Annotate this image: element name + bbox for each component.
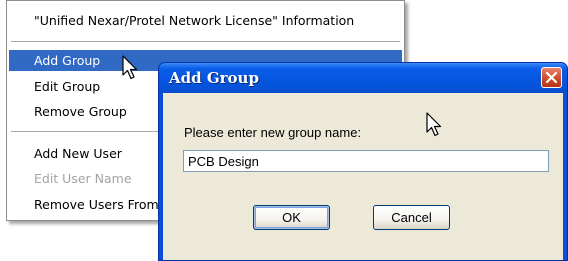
close-button[interactable] <box>541 67 562 88</box>
dialog-body: Please enter new group name: OK Cancel <box>163 93 563 260</box>
group-name-prompt: Please enter new group name: <box>184 125 362 140</box>
dialog-titlebar[interactable]: Add Group <box>159 63 567 93</box>
menu-separator <box>11 41 400 42</box>
mouse-pointer-icon <box>426 112 442 137</box>
mouse-pointer-icon <box>122 55 138 80</box>
menu-item-license-information[interactable]: "Unified Nexar/Protel Network License" I… <box>9 10 402 31</box>
group-name-input[interactable] <box>183 150 549 172</box>
cancel-button[interactable]: Cancel <box>373 205 450 230</box>
add-group-dialog: Add Group Please enter new group name: O… <box>158 62 568 261</box>
close-icon <box>545 71 558 84</box>
dialog-title: Add Group <box>169 69 259 87</box>
ok-button[interactable]: OK <box>253 205 330 230</box>
